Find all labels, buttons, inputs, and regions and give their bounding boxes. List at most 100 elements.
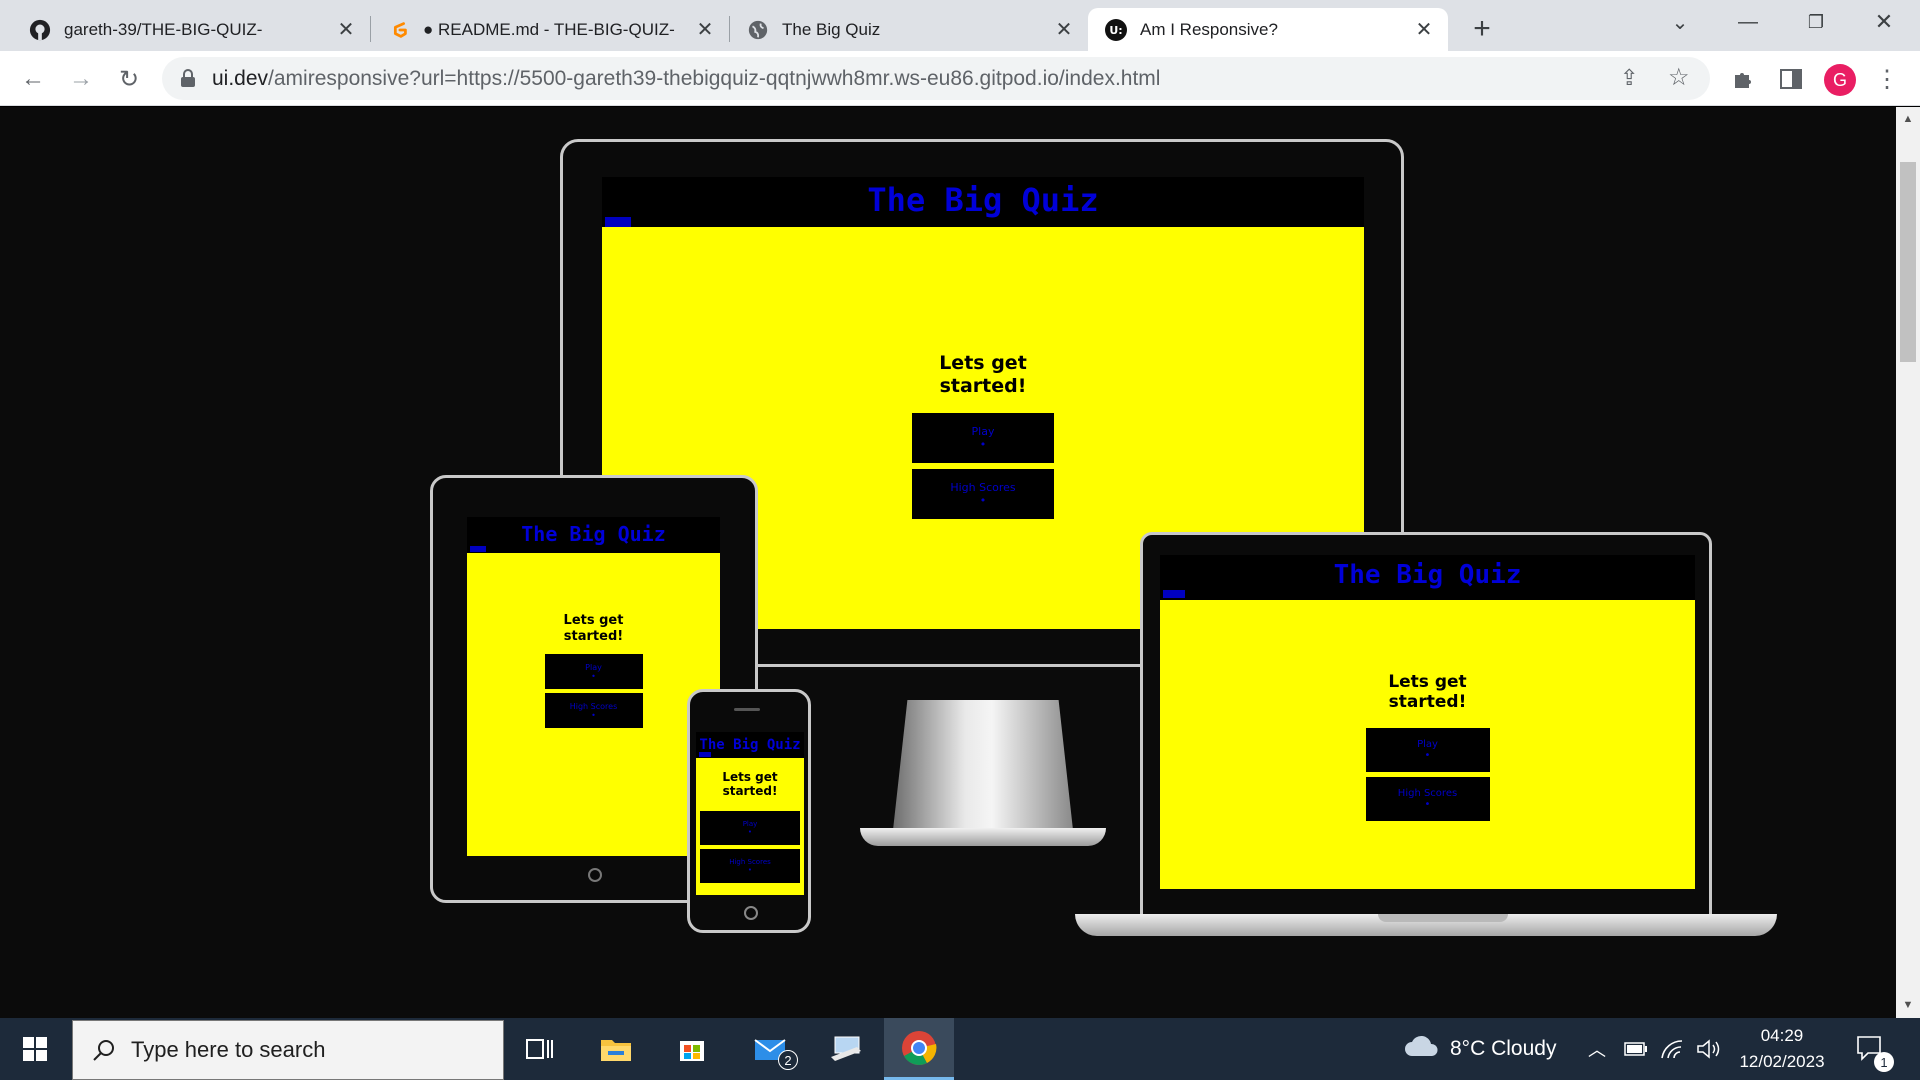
browser-toolbar: ← → ↻ ui.dev/amiresponsive?url=https://5… [0,51,1920,106]
battery-icon[interactable] [1624,1018,1648,1080]
quiz-main: Lets get started! Play • High Scores • [1160,672,1695,821]
search-icon [89,1035,119,1065]
more-menu-icon[interactable]: ⋮ [1870,62,1904,96]
new-tab-button[interactable]: + [1466,12,1498,45]
tab-am-i-responsive[interactable]: U: Am I Responsive? ✕ [1088,8,1448,51]
laptop-notch [1378,914,1508,922]
close-icon[interactable]: ✕ [693,18,717,42]
quiz-menu-button[interactable] [605,217,631,227]
globe-icon [746,18,770,42]
phone-screen: The Big Quiz Lets get started! Play • High… [696,732,804,895]
tab-label: Am I Responsive? [1140,19,1278,39]
high-scores-button[interactable]: High Scores • [912,468,1054,519]
window-close-button[interactable]: ✕ [1864,6,1904,38]
page-scrollbar[interactable]: ▲ ▼ [1896,107,1920,1018]
clock-date: 12/02/2023 [1739,1052,1825,1071]
tablet-home-button [588,868,602,882]
address-bar[interactable]: ui.dev/amiresponsive?url=https://5500-ga… [162,57,1710,100]
side-panel-icon[interactable] [1774,62,1808,96]
quiz-main: Lets get started! Play • High Scores • [696,770,804,883]
tab-the-big-quiz[interactable]: The Big Quiz ✕ [730,8,1088,51]
tab-label: ● README.md - THE-BIG-QUIZ- [423,19,675,39]
quiz-menu-button[interactable] [470,546,486,552]
tab-search-chevron-icon[interactable]: ⌄ [1660,6,1700,38]
github-icon [28,18,52,42]
tab-label: The Big Quiz [782,19,881,39]
scroll-up-arrow-icon[interactable]: ▲ [1900,111,1916,127]
quiz-menu-button[interactable] [699,752,711,757]
page-content: The Big Quiz Lets get started! Play • High… [0,107,1896,1018]
volume-icon[interactable] [1696,1018,1722,1080]
quiz-tagline: Lets get started! [563,613,624,644]
quiz-tagline: Lets get started! [722,770,778,799]
wifi-icon[interactable] [1660,1018,1684,1080]
search-placeholder: Type here to search [131,1037,326,1062]
svg-text:U:: U: [1109,24,1122,37]
clock-time: 04:29 [1760,1026,1804,1045]
quiz-menu-button[interactable] [1163,590,1185,598]
url-text: ui.dev/amiresponsive?url=https://5500-ga… [212,67,1161,90]
notification-count-badge: 1 [1874,1052,1894,1072]
mail-badge: 2 [778,1050,798,1070]
high-scores-button[interactable]: High Scores • [700,848,800,883]
minimize-button[interactable]: — [1728,6,1768,38]
ui-dev-icon: U: [1104,18,1128,42]
play-button[interactable]: Play • [700,810,800,845]
gitpod-icon [387,18,411,42]
show-hidden-icons-chevron-icon[interactable]: ︿ [1588,1018,1606,1080]
quiz-header: The Big Quiz [1160,555,1695,600]
bookmark-star-icon[interactable]: ☆ [1668,63,1690,92]
high-scores-button[interactable]: High Scores • [544,693,643,729]
close-icon[interactable]: ✕ [334,18,358,42]
quiz-main: Lets get started! Play • High Scores • [467,613,720,729]
reload-icon[interactable]: ↻ [112,62,146,96]
extensions-puzzle-icon[interactable] [1726,62,1760,96]
task-view-icon[interactable] [510,1018,570,1080]
play-button[interactable]: Play • [912,412,1054,463]
phone-home-button [744,906,758,920]
quiz-tagline: Lets get started! [939,352,1027,397]
taskbar-search-box[interactable]: Type here to search [72,1020,504,1080]
tab-label: gareth-39/THE-BIG-QUIZ- [64,19,263,39]
file-explorer-icon[interactable] [586,1018,646,1080]
quiz-header: The Big Quiz [696,732,804,758]
scrollbar-thumb[interactable] [1900,162,1916,362]
weather-widget[interactable]: 8°C Cloudy [1404,1018,1556,1080]
mail-icon[interactable]: 2 [740,1018,804,1080]
lock-icon [180,69,196,92]
quiz-title: The Big Quiz [699,737,801,753]
close-icon[interactable]: ✕ [1052,18,1076,42]
quiz-header: The Big Quiz [467,517,720,553]
monitor-stand [893,700,1073,830]
tab-gitpod-readme[interactable]: ● README.md - THE-BIG-QUIZ- ✕ [371,8,729,51]
share-icon[interactable]: ⇪ [1620,65,1638,91]
tablet-screen: The Big Quiz Lets get started! Play • High… [467,517,720,856]
high-scores-button[interactable]: High Scores • [1365,776,1490,821]
close-icon[interactable]: ✕ [1412,18,1436,42]
cloud-icon [1404,1034,1440,1064]
windows-start-icon[interactable] [0,1018,70,1080]
notifications-icon[interactable]: 1 [1856,1018,1894,1080]
scroll-down-arrow-icon[interactable]: ▼ [1900,997,1916,1013]
windows-taskbar: Type here to search 2 8°C Cloudy ︿ 04:29… [0,1018,1920,1080]
microsoft-store-icon[interactable] [662,1018,722,1080]
quiz-title: The Big Quiz [1333,560,1522,590]
tab-github[interactable]: gareth-39/THE-BIG-QUIZ- ✕ [0,8,370,51]
browser-tab-bar: gareth-39/THE-BIG-QUIZ- ✕ ● README.md - … [0,0,1920,51]
profile-avatar[interactable]: G [1824,64,1856,96]
back-arrow-icon[interactable]: ← [16,62,50,96]
play-button[interactable]: Play • [1365,727,1490,772]
quiz-title: The Big Quiz [521,522,666,546]
phone-speaker [734,708,760,711]
weather-text: 8°C Cloudy [1450,1037,1557,1060]
phone: The Big Quiz Lets get started! Play • High… [687,689,811,933]
quiz-tagline: Lets get started! [1388,672,1467,713]
restore-button[interactable]: ❐ [1796,6,1836,38]
chrome-taskbar-icon[interactable] [884,1018,954,1080]
clock[interactable]: 04:29 12/02/2023 [1734,1018,1830,1080]
quiz-title: The Big Quiz [867,181,1099,219]
play-button[interactable]: Play • [544,654,643,690]
forward-arrow-icon[interactable]: → [64,62,98,96]
monitor-stand-base [860,828,1106,846]
remote-desktop-icon[interactable] [814,1018,878,1080]
